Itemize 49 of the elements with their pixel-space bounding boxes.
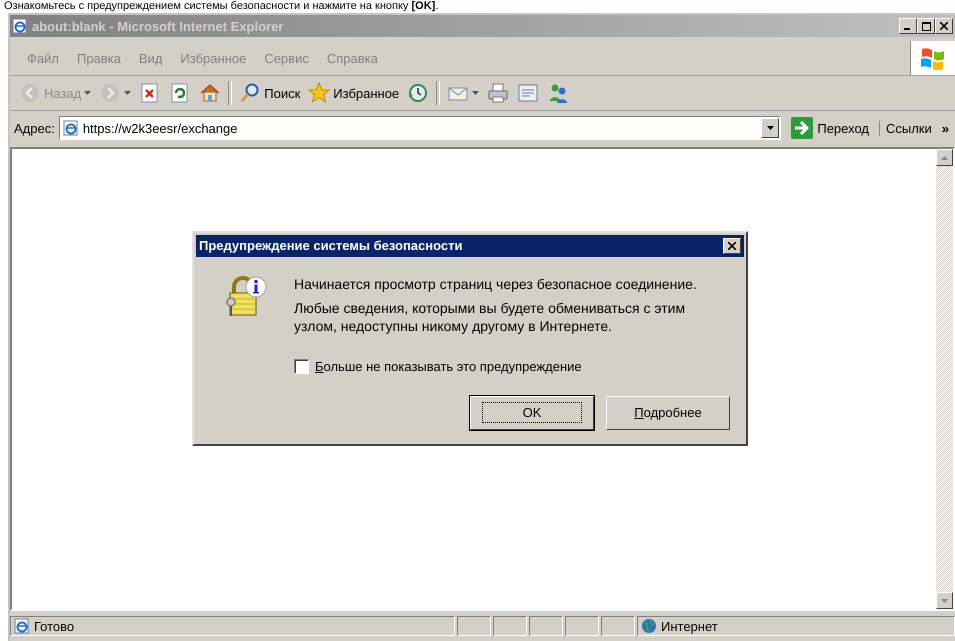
dialog-button[interactable]: Подробнее [606,396,730,430]
house-icon [199,82,222,104]
close-icon [728,242,736,250]
scroll-up-button[interactable] [936,149,953,166]
status-pane [565,616,599,636]
up-arrow-icon [941,156,948,160]
scrollbar[interactable] [936,149,953,609]
page-icon [14,618,30,634]
document-icon [517,82,540,104]
address-label: Адрес: [14,120,55,136]
window-title: about:blank - Microsoft Internet Explorer [32,18,284,34]
dialog-message: Любые сведения, которыми вы будете обмениваться с этим узлом, недоступны никому другому в Интернете. [294,298,686,334]
flag-logo-icon [910,41,955,75]
zone-pane: Интернет [637,616,955,636]
status-pane [529,616,563,636]
status-pane [457,616,491,636]
printer-icon [487,82,510,104]
caret-icon [766,126,774,130]
dialog-button[interactable]: OK [470,396,594,430]
clock-icon [407,82,430,104]
caret-icon [84,91,92,95]
dialog-title-bar: Предупреждение системы безопасности [196,234,744,256]
links-button[interactable]: Ссылки » [878,120,955,136]
globe-icon [641,618,657,634]
scroll-down-button[interactable] [936,592,953,609]
instruction-text: Ознакомьтесь с предупреждением системы безопасности и нажмите на кнопку [OK]. [3,0,440,12]
star-icon [308,82,330,104]
dropdown-button[interactable] [761,118,780,138]
dialog-message: Начинается просмотр страниц через безопасное соединение. [294,274,698,292]
page-icon [62,120,79,136]
address-field[interactable]: https://w2k3eesr/exchange [58,116,782,140]
go-button[interactable]: Переход [785,117,875,139]
close-button[interactable] [723,238,741,254]
favorites-toolbar-button[interactable]: Избранное [305,80,402,106]
caret-icon [472,91,480,95]
browser-icon [12,18,28,34]
search-toolbar-button[interactable]: Поиск [236,80,304,106]
close-icon [940,22,948,30]
padlock-info-icon [224,274,268,318]
status-pane: Готово [10,616,455,636]
people-icon [547,82,570,104]
status-pane [493,616,527,636]
magnifier-icon [239,82,262,104]
maximize-icon [922,22,930,30]
status-pane [601,616,635,636]
dont-show-checkbox[interactable]: Больше не показывать это предупреждение [294,358,730,374]
down-arrow-icon [941,598,948,602]
checkbox[interactable] [294,358,309,374]
caret-icon [124,91,132,95]
